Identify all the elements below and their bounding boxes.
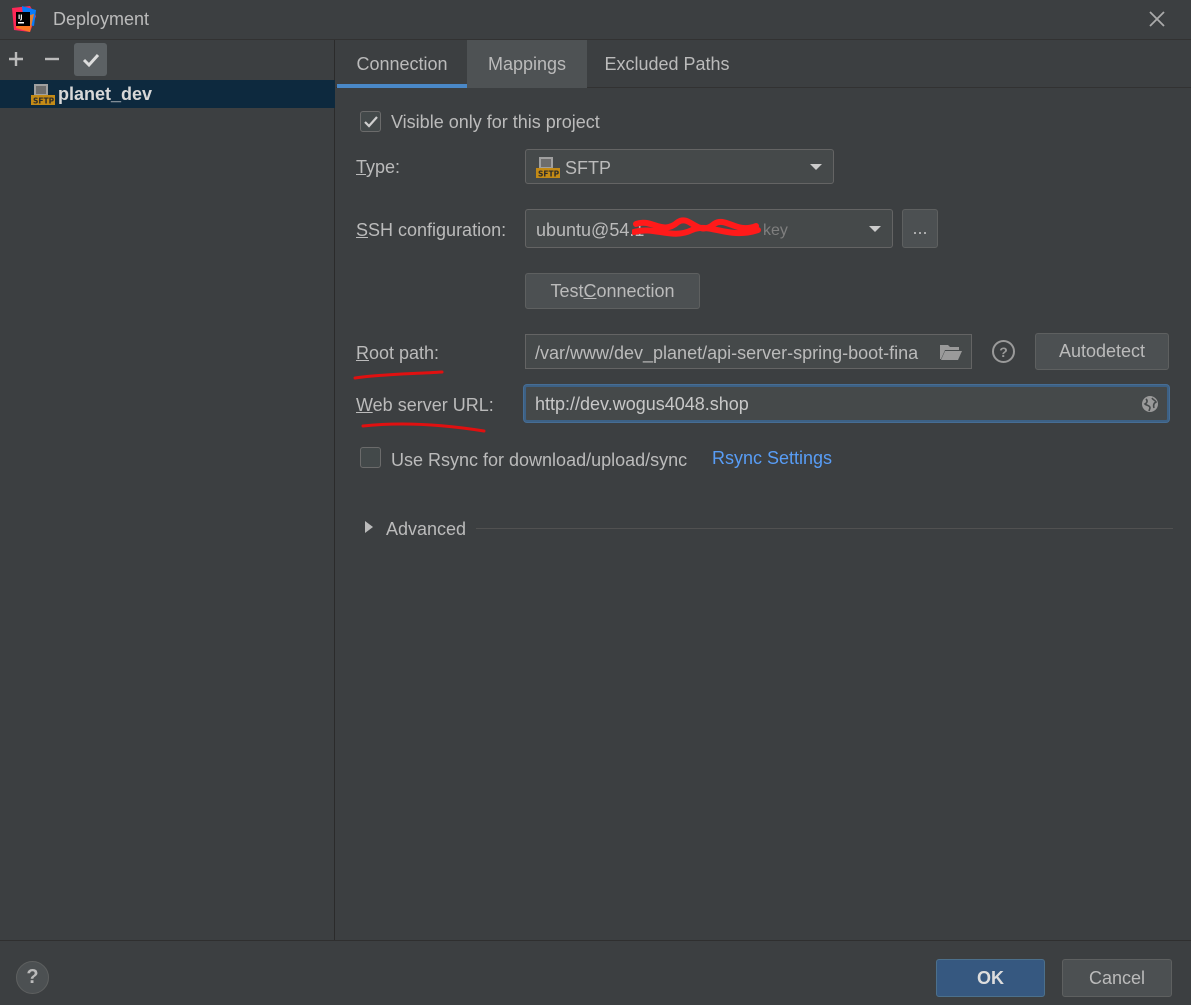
tab-excluded-paths[interactable]: Excluded Paths [587, 40, 747, 88]
root-path-input[interactable]: /var/www/dev_planet/api-server-spring-bo… [525, 334, 972, 369]
visible-only-checkbox[interactable] [360, 111, 381, 132]
tab-mappings[interactable]: Mappings [467, 40, 587, 88]
globe-icon[interactable] [1141, 395, 1159, 413]
add-server-button[interactable] [0, 43, 32, 75]
ssh-configuration-value: ubuntu@54.1 [536, 220, 645, 240]
title-bar [0, 0, 1191, 40]
web-server-url-value: http://dev.wogus4048.shop [535, 394, 749, 414]
rsync-settings-link[interactable]: Rsync Settings [712, 448, 832, 469]
chevron-down-icon [869, 226, 881, 232]
root-path-value: /var/www/dev_planet/api-server-spring-bo… [535, 343, 919, 363]
sftp-icon: SFTP [31, 84, 55, 106]
folder-icon[interactable] [939, 343, 963, 361]
svg-text:SFTP: SFTP [33, 97, 55, 106]
svg-text:IJ: IJ [18, 14, 22, 21]
remove-server-button[interactable] [36, 43, 68, 75]
root-path-label: Root path: [356, 343, 440, 363]
type-label: Type: [356, 157, 401, 177]
use-rsync-label: Use Rsync for download/upload/sync [391, 450, 688, 470]
red-annotation-underline [353, 370, 444, 380]
sftp-icon: SFTP [536, 157, 560, 179]
web-server-url-label: Web server URL: [356, 395, 494, 415]
use-rsync-checkbox[interactable] [360, 447, 381, 468]
chevron-right-icon[interactable] [364, 520, 374, 534]
checkmark-icon [363, 115, 378, 128]
intellij-logo-icon: IJ [10, 6, 36, 32]
ssh-auth-suffix: key [763, 222, 788, 239]
test-connection-button[interactable]: Test Connection [525, 273, 700, 309]
autodetect-button[interactable]: Autodetect [1035, 333, 1169, 370]
chevron-down-icon [810, 164, 822, 170]
redaction-scribble [632, 217, 761, 237]
advanced-section-toggle[interactable]: Advanced [386, 519, 466, 540]
help-question-icon[interactable]: ? [992, 340, 1015, 363]
type-value: SFTP [565, 158, 612, 178]
svg-text:SFTP: SFTP [538, 170, 560, 179]
ok-button[interactable]: OK [936, 959, 1045, 997]
ssh-configuration-label: SSH configuration: [356, 220, 507, 240]
close-icon[interactable] [1144, 6, 1170, 32]
web-server-url-input[interactable]: http://dev.wogus4048.shop [524, 385, 1169, 422]
visible-only-label: Visible only for this project [391, 112, 600, 132]
red-annotation-underline [361, 422, 486, 433]
server-list-panel [0, 40, 335, 940]
plus-icon [9, 52, 23, 66]
minus-icon [45, 57, 59, 61]
server-item-planet-dev[interactable]: SFTP planet_dev [0, 80, 335, 108]
window-title: Deployment [53, 9, 150, 29]
cancel-button[interactable]: Cancel [1062, 959, 1172, 997]
type-select[interactable]: SFTP SFTP [525, 149, 834, 184]
help-button[interactable]: ? [16, 961, 49, 994]
tab-connection[interactable]: Connection [337, 40, 467, 88]
ssh-configuration-more-button[interactable]: ... [902, 209, 938, 248]
checkmark-icon [82, 53, 99, 67]
use-as-default-button[interactable] [74, 43, 107, 76]
advanced-separator [476, 528, 1173, 529]
server-name: planet_dev [58, 84, 153, 104]
